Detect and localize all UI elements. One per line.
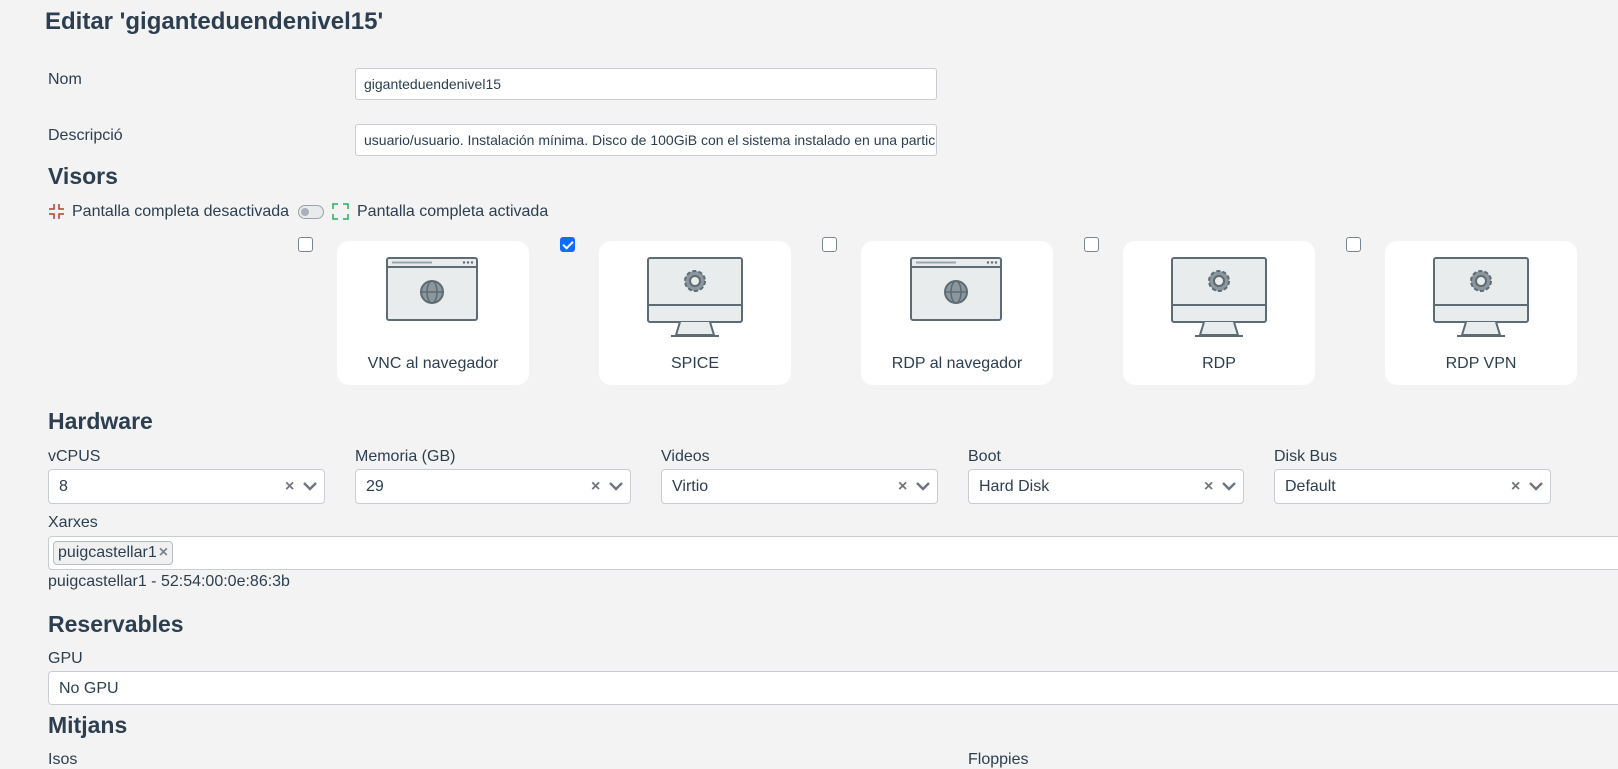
fullscreen-off-label: Pantalla completa desactivada (72, 203, 290, 220)
viewer-checkbox-vnc-browser[interactable] (298, 237, 313, 252)
viewers-heading: Visors (48, 163, 118, 189)
videos-select[interactable]: Virtio × (661, 469, 938, 504)
fullscreen-toggle[interactable] (298, 205, 324, 219)
clear-icon[interactable]: × (1511, 478, 1520, 496)
boot-label: Boot (968, 448, 1001, 465)
boot-select[interactable]: Hard Disk × (968, 469, 1244, 504)
monitor-gear-icon (647, 257, 743, 337)
floppies-label: Floppies (968, 751, 1029, 768)
memory-value: 29 (366, 478, 384, 495)
fullscreen-on-label: Pantalla completa activada (357, 203, 549, 220)
clear-icon[interactable]: × (898, 478, 907, 496)
gpu-select[interactable]: No GPU (48, 671, 1618, 705)
network-tag[interactable]: puigcastellar1 × (53, 541, 174, 565)
viewer-label: RDP VPN (1445, 355, 1517, 372)
description-field[interactable]: usuario/usuario. Instalación mínima. Dis… (355, 124, 937, 156)
name-label: Nom (48, 71, 82, 88)
disk-bus-select[interactable]: Default × (1274, 469, 1551, 504)
isos-label: Isos (48, 751, 78, 768)
disk-bus-value: Default (1285, 478, 1336, 495)
vcpus-value: 8 (59, 478, 68, 495)
chevron-down-icon[interactable] (1529, 481, 1543, 491)
remove-tag-icon[interactable]: × (159, 544, 168, 561)
viewer-card-spice[interactable]: SPICE (599, 241, 791, 385)
viewer-checkbox-rdp-browser[interactable] (822, 237, 837, 252)
chevron-down-icon[interactable] (1222, 481, 1236, 491)
chevron-down-icon[interactable] (609, 481, 623, 491)
hardware-heading: Hardware (48, 408, 153, 434)
networks-label: Xarxes (48, 514, 98, 531)
viewer-card-rdp-browser[interactable]: RDP al navegador (861, 241, 1053, 385)
monitor-gear-icon (1433, 257, 1529, 337)
chevron-down-icon[interactable] (916, 481, 930, 491)
networks-multiselect[interactable]: puigcastellar1 × (48, 536, 1618, 570)
clear-icon[interactable]: × (285, 478, 294, 496)
page-title: Editar 'giganteduendenivel15' (45, 8, 384, 35)
videos-label: Videos (661, 448, 710, 465)
clear-icon[interactable]: × (1204, 478, 1213, 496)
viewer-label: RDP al navegador (891, 355, 1023, 372)
gpu-value: No GPU (59, 680, 119, 697)
boot-value: Hard Disk (979, 478, 1050, 495)
vcpus-select[interactable]: 8 × (48, 469, 325, 504)
viewer-card-rdp[interactable]: RDP (1123, 241, 1315, 385)
memory-label: Memoria (GB) (355, 448, 456, 465)
viewer-checkbox-spice[interactable] (560, 237, 575, 252)
description-label: Descripció (48, 127, 123, 144)
viewer-label: SPICE (670, 355, 719, 372)
monitor-gear-icon (1171, 257, 1267, 337)
name-field[interactable]: giganteduendenivel15 (355, 68, 937, 100)
browser-globe-icon (386, 257, 478, 321)
media-heading: Mitjans (48, 712, 128, 738)
reservables-heading: Reservables (48, 611, 184, 637)
fullscreen-enter-icon (332, 203, 349, 220)
clear-icon[interactable]: × (591, 478, 600, 496)
gpu-label: GPU (48, 650, 83, 667)
disk-bus-label: Disk Bus (1274, 448, 1338, 465)
memory-select[interactable]: 29 × (355, 469, 631, 504)
network-mac-text: puigcastellar1 - 52:54:00:0e:86:3b (48, 573, 290, 590)
viewer-card-rdp-vpn[interactable]: RDP VPN (1385, 241, 1577, 385)
viewer-checkbox-rdp-vpn[interactable] (1346, 237, 1361, 252)
vcpus-label: vCPUS (48, 448, 101, 465)
fullscreen-exit-icon (48, 203, 65, 220)
viewer-card-vnc-browser[interactable]: VNC al navegador (337, 241, 529, 385)
browser-globe-icon (910, 257, 1002, 321)
viewer-label: RDP (1202, 355, 1236, 372)
network-tag-label: puigcastellar1 (58, 544, 157, 561)
chevron-down-icon[interactable] (303, 481, 317, 491)
toggle-knob (301, 208, 309, 216)
viewer-checkbox-rdp[interactable] (1084, 237, 1099, 252)
viewer-label: VNC al navegador (367, 355, 499, 372)
videos-value: Virtio (672, 478, 709, 495)
